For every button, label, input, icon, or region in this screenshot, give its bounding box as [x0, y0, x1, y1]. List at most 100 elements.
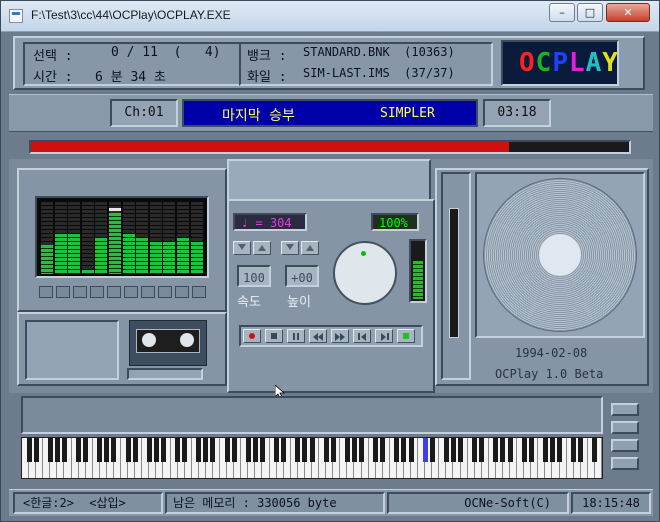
- piano-black-key[interactable]: [231, 438, 237, 462]
- piano-black-key[interactable]: [76, 438, 82, 462]
- piano-black-key[interactable]: [295, 438, 301, 462]
- piano-black-key[interactable]: [373, 438, 379, 462]
- piano-black-key[interactable]: [160, 438, 166, 462]
- pitch-value-box[interactable]: +00: [285, 265, 319, 287]
- memory-status: 남은 메모리 : 330056 byte: [165, 492, 385, 514]
- piano-black-key[interactable]: [125, 438, 131, 462]
- piano-black-key[interactable]: [500, 438, 506, 462]
- minimize-button[interactable]: –: [549, 3, 575, 22]
- piano-black-key[interactable]: [578, 438, 584, 462]
- side-button-4[interactable]: [611, 457, 639, 470]
- equalizer-bars: [41, 202, 205, 274]
- piano-black-key[interactable]: [592, 438, 598, 462]
- piano-black-key[interactable]: [493, 438, 499, 462]
- eq-band-button[interactable]: [39, 286, 53, 298]
- piano-black-key[interactable]: [175, 438, 181, 462]
- side-button-3[interactable]: [611, 439, 639, 452]
- piano-black-key[interactable]: [26, 438, 32, 462]
- piano-black-key[interactable]: [450, 438, 456, 462]
- side-button-1[interactable]: [611, 403, 639, 416]
- piano-black-key[interactable]: [146, 438, 152, 462]
- piano-black-key[interactable]: [224, 438, 230, 462]
- piano-black-key[interactable]: [443, 438, 449, 462]
- piano-black-key[interactable]: [47, 438, 53, 462]
- side-button-2[interactable]: [611, 421, 639, 434]
- piano-black-key[interactable]: [380, 438, 386, 462]
- piano-black-key[interactable]: [557, 438, 563, 462]
- piano-black-key[interactable]: [97, 438, 103, 462]
- title-bar[interactable]: F:\Test\3\cc\44\OCPlay\OCPLAY.EXE – □ ✕: [1, 1, 659, 32]
- piano-black-key[interactable]: [153, 438, 159, 462]
- piano-black-key[interactable]: [521, 438, 527, 462]
- piano-black-key[interactable]: [309, 438, 315, 462]
- eq-band-button[interactable]: [90, 286, 104, 298]
- piano-black-key[interactable]: [542, 438, 548, 462]
- piano-black-key[interactable]: [203, 438, 209, 462]
- pitch-down-button[interactable]: [281, 241, 299, 255]
- eq-band-button[interactable]: [141, 286, 155, 298]
- close-button[interactable]: ✕: [606, 3, 650, 22]
- progress-bar[interactable]: [29, 140, 631, 154]
- piano-black-key[interactable]: [281, 438, 287, 462]
- piano-black-key[interactable]: [245, 438, 251, 462]
- eq-band-button[interactable]: [107, 286, 121, 298]
- play-button[interactable]: [397, 329, 415, 343]
- piano-black-key[interactable]: [33, 438, 39, 462]
- piano-black-key[interactable]: [528, 438, 534, 462]
- piano-black-key[interactable]: [54, 438, 60, 462]
- eq-band-button[interactable]: [158, 286, 172, 298]
- next-button[interactable]: [375, 329, 393, 343]
- rewind-button[interactable]: [309, 329, 327, 343]
- eq-bar: [109, 202, 121, 274]
- logo-letter: O: [519, 48, 536, 78]
- previous-button[interactable]: [353, 329, 371, 343]
- channel-display[interactable]: Ch:01: [110, 99, 178, 127]
- piano-black-key[interactable]: [408, 438, 414, 462]
- piano-black-key[interactable]: [252, 438, 258, 462]
- piano-keyboard[interactable]: [21, 437, 603, 479]
- eq-band-button[interactable]: [175, 286, 189, 298]
- piano-black-key[interactable]: [132, 438, 138, 462]
- piano-black-key[interactable]: [182, 438, 188, 462]
- piano-black-key[interactable]: [359, 438, 364, 462]
- eq-band-button[interactable]: [73, 286, 87, 298]
- piano-black-key[interactable]: [351, 438, 357, 462]
- stop-button[interactable]: [265, 329, 283, 343]
- piano-black-key[interactable]: [549, 438, 555, 462]
- piano-black-key[interactable]: [104, 438, 110, 462]
- piano-black-key[interactable]: [479, 438, 485, 462]
- eq-band-button[interactable]: [56, 286, 70, 298]
- piano-black-key[interactable]: [196, 438, 202, 462]
- piano-black-key[interactable]: [323, 438, 329, 462]
- fast-forward-button[interactable]: [331, 329, 349, 343]
- piano-side-buttons: [607, 401, 643, 475]
- volume-knob[interactable]: [333, 241, 397, 305]
- piano-black-key[interactable]: [302, 438, 308, 462]
- piano-black-key[interactable]: [507, 438, 513, 462]
- eq-band-button[interactable]: [192, 286, 206, 298]
- speed-up-button[interactable]: [253, 241, 271, 255]
- piano-black-key[interactable]: [394, 438, 400, 462]
- piano-black-key[interactable]: [571, 438, 577, 462]
- piano-black-key[interactable]: [429, 438, 435, 462]
- speed-down-button[interactable]: [233, 241, 251, 255]
- piano-black-key[interactable]: [61, 438, 67, 462]
- pause-button[interactable]: [287, 329, 305, 343]
- piano-black-key[interactable]: [344, 438, 350, 462]
- speaker-slider-track[interactable]: [449, 208, 459, 338]
- piano-black-key[interactable]: [422, 438, 428, 462]
- speed-value-box[interactable]: 100: [237, 265, 271, 287]
- maximize-button[interactable]: □: [577, 3, 603, 22]
- piano-black-key[interactable]: [111, 438, 117, 462]
- piano-black-key[interactable]: [401, 438, 407, 462]
- eq-band-button[interactable]: [124, 286, 138, 298]
- piano-black-key[interactable]: [259, 438, 265, 462]
- piano-black-key[interactable]: [274, 438, 280, 462]
- record-button[interactable]: [243, 329, 261, 343]
- piano-black-key[interactable]: [458, 438, 464, 462]
- piano-black-key[interactable]: [210, 438, 216, 462]
- piano-black-key[interactable]: [330, 438, 336, 462]
- piano-black-key[interactable]: [472, 438, 478, 462]
- pitch-up-button[interactable]: [301, 241, 319, 255]
- piano-black-key[interactable]: [83, 438, 89, 462]
